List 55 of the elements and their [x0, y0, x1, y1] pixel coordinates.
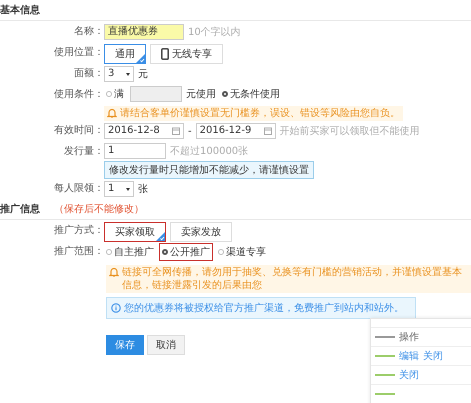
radio-option[interactable]: 公开推广	[160, 244, 212, 260]
field-label: 名称：	[73, 25, 104, 39]
date-separator: -	[188, 126, 192, 136]
option-button[interactable]: 买家领取	[104, 222, 166, 242]
section-title: 推广信息	[0, 202, 40, 216]
option-button[interactable]: 通用	[104, 44, 146, 64]
date-field[interactable]: 2016-12-9	[196, 123, 276, 139]
radio-option[interactable]: 满	[104, 86, 126, 102]
preview-text: 操作	[399, 331, 419, 344]
field-hint: 开始前买家可以领取但不能使用	[280, 124, 420, 138]
field-label: 使用条件：	[53, 88, 104, 102]
calendar-icon	[172, 127, 180, 135]
preview-text: 编辑	[399, 350, 419, 363]
field-hint: 10个字以内	[188, 26, 241, 39]
unit-label: 元	[138, 68, 148, 81]
field-label: 有效时间：	[53, 124, 104, 138]
bell-icon	[109, 267, 119, 277]
field-label: 面额：	[73, 66, 104, 81]
unit-label: 元使用	[186, 88, 216, 101]
preview-text: 关闭	[423, 350, 443, 363]
cancel-button[interactable]: 取消	[147, 335, 185, 355]
name-field[interactable]: 直播优惠券	[104, 24, 184, 40]
field-label: 推广方式：	[53, 224, 104, 238]
field-label: 使用位置：	[53, 46, 104, 60]
field-hint: 不超过100000张	[170, 144, 248, 158]
option-button[interactable]: 无线专享	[150, 44, 223, 64]
caret-icon	[126, 188, 130, 190]
warning-text: 链接可全网传播，请勿用于抽奖、兑换等有门槛的营销活动，并谨慎设置基本信息，链接泄露引发的后果由您	[122, 266, 463, 292]
section-note: （保存后不能修改）	[54, 202, 144, 216]
bell-icon	[107, 108, 117, 118]
section-title: 基本信息	[0, 4, 40, 17]
field-label: 每人限领：	[53, 182, 104, 196]
phone-icon	[161, 48, 169, 60]
quantity-tooltip: 修改发行量时只能增加不能减少，请谨慎设置	[104, 161, 314, 179]
radio-option[interactable]: 无条件使用	[220, 86, 282, 102]
save-button[interactable]: 保存	[106, 335, 144, 355]
calendar-icon	[264, 127, 272, 135]
date-field[interactable]: 2016-12-8	[104, 123, 184, 139]
option-button[interactable]: 卖家发放	[170, 222, 232, 242]
select-field[interactable]: 1	[104, 181, 134, 197]
select-field[interactable]: 3	[104, 66, 134, 82]
checkmark-corner-icon	[156, 232, 165, 241]
field-label: 发行量：	[63, 145, 104, 159]
radio-option[interactable]: 自主推广	[104, 244, 156, 260]
info-icon	[111, 303, 121, 313]
field-label: 推广范围：	[53, 244, 104, 259]
info-text: 您的优惠券将被授权给官方推广渠道，免费推广到站内和站外。	[124, 302, 404, 315]
unit-label: 张	[138, 182, 148, 196]
caret-icon	[126, 72, 130, 76]
amount-field[interactable]	[130, 86, 182, 102]
preview-text: 关闭	[399, 368, 419, 382]
warning-text: 请结合客单价谨慎设置无门槛券，误设、错设等风险由您自负。	[120, 107, 400, 120]
checkmark-corner-icon	[136, 54, 145, 63]
quantity-field[interactable]: 1	[104, 143, 166, 159]
radio-option[interactable]: 渠道专享	[216, 244, 268, 260]
